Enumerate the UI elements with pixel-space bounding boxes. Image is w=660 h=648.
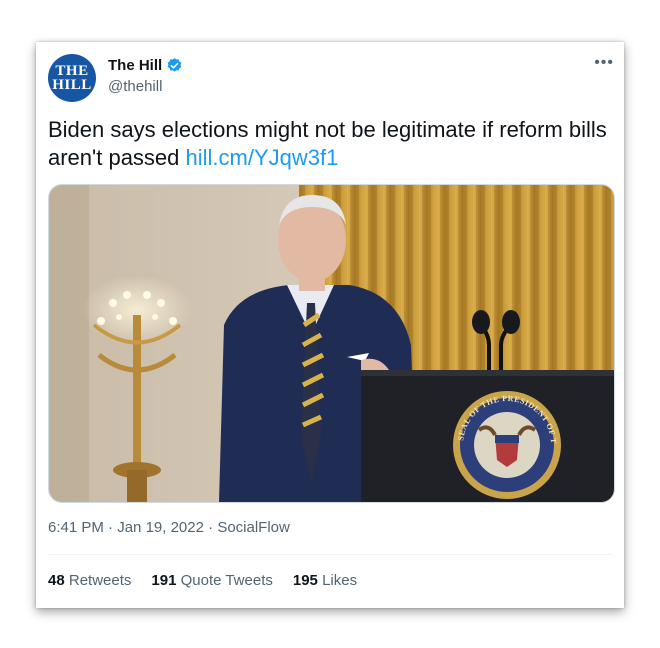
account-handle[interactable]: @thehill [108, 78, 162, 95]
engagement-stats: 48 Retweets 191 Quote Tweets 195 Likes [48, 572, 377, 589]
likes-label: Likes [322, 572, 358, 589]
retweets-count: 48 [48, 572, 65, 589]
tweet-time[interactable]: 6:41 PM [48, 519, 104, 536]
tweet-link[interactable]: hill.cm/YJqw3f1 [186, 145, 339, 170]
likes-count: 195 [292, 572, 318, 589]
tweet-date[interactable]: Jan 19, 2022 [117, 519, 204, 536]
avatar[interactable]: THE HILL [48, 54, 96, 102]
avatar-line-1: THE [55, 63, 89, 79]
quotes-label: Quote Tweets [180, 572, 273, 589]
tweet-text: Biden says elections might not be legiti… [48, 116, 608, 172]
account-name-row: The Hill [108, 57, 183, 74]
photo-illustration: SEAL OF THE PRESIDENT OF THE UNITED STAT… [49, 185, 614, 502]
tweet-source[interactable]: SocialFlow [217, 519, 290, 536]
tweet-card[interactable]: THE HILL The Hill @thehill ••• Biden say… [36, 42, 624, 608]
meta-separator-2: · [208, 519, 218, 536]
quote-tweets-stat[interactable]: 191 Quote Tweets [151, 572, 272, 589]
divider [48, 554, 612, 555]
tweet-meta: 6:41 PM · Jan 19, 2022 · SocialFlow [48, 519, 290, 536]
meta-separator-1: · [108, 519, 118, 536]
avatar-line-2: HILL [52, 77, 92, 93]
account-name[interactable]: The Hill [108, 57, 162, 74]
tweet-photo[interactable]: SEAL OF THE PRESIDENT OF THE UNITED STAT… [48, 184, 615, 503]
retweets-stat[interactable]: 48 Retweets [48, 572, 131, 589]
quotes-count: 191 [151, 572, 177, 589]
verified-badge-icon [167, 58, 182, 72]
more-options-icon[interactable]: ••• [594, 54, 614, 72]
retweets-label: Retweets [68, 572, 132, 589]
likes-stat[interactable]: 195 Likes [293, 572, 357, 589]
